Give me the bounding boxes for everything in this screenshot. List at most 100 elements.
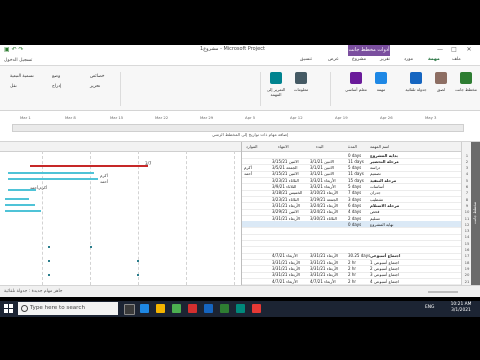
cell-duration[interactable]: 4 days [348, 209, 361, 214]
powerpoint-icon[interactable] [188, 304, 197, 313]
ribbon-button[interactable]: جدولة تلقائية [405, 70, 427, 106]
ribbon-button[interactable]: التمرير إلى المهمة [265, 70, 287, 106]
ribbon-button[interactable]: مخطط جانت [455, 70, 477, 106]
gantt-meeting-marker[interactable] [48, 274, 50, 276]
row-number[interactable]: 6 [463, 184, 471, 189]
cell-finish[interactable]: 3/31/21 الأربعاء [272, 260, 300, 265]
cell-start[interactable]: 3/31/21 الأربعاء [310, 266, 338, 271]
ribbon-small-item[interactable]: تسمية التبعية [10, 74, 34, 79]
cell-duration[interactable]: 30.25 days [348, 253, 370, 258]
cell-name[interactable]: أساسات [370, 184, 384, 189]
cell-start[interactable]: 3/1/21 الاثنين [310, 171, 334, 176]
edge-icon[interactable] [140, 304, 149, 313]
cell-duration[interactable]: 11 days [348, 171, 364, 176]
row-number[interactable]: 21 [463, 279, 471, 284]
gantt-task-bar[interactable] [5, 198, 29, 200]
context-tab-label[interactable]: أدوات مخطط جانت [348, 45, 390, 56]
cell-start[interactable]: 3/10/21 الأربعاء [310, 190, 338, 195]
ribbon-small-item[interactable]: تحرير [90, 84, 100, 89]
cell-duration[interactable]: 2 hr [348, 272, 356, 277]
cell-duration[interactable]: 0 days [348, 222, 361, 227]
ribbon-tab[interactable]: مشروع [352, 57, 366, 62]
cell-start[interactable]: 3/31/21 الأربعاء [310, 260, 338, 265]
ribbon-tab[interactable]: مورد [404, 57, 413, 62]
column-header-start[interactable]: البدء [316, 144, 324, 149]
cell-name[interactable]: اجتماع أسبوعي [370, 253, 400, 258]
cell-start[interactable]: 3/31/21 الأربعاء [310, 253, 338, 258]
cell-name[interactable]: تسليم [370, 216, 380, 221]
gantt-task-bar[interactable] [30, 165, 148, 167]
language-indicator[interactable]: ENG [425, 305, 434, 310]
row-number[interactable]: 9 [463, 203, 471, 208]
cell-name[interactable]: اجتماع أسبوعي 3 [370, 272, 399, 277]
ribbon-tab[interactable]: عرض [328, 57, 339, 62]
row-number[interactable]: 7 [463, 190, 471, 195]
cell-duration[interactable]: 2 hr [348, 260, 356, 265]
file-explorer-icon[interactable] [156, 304, 165, 313]
cell-name[interactable]: اجتماع أسبوعي 4 [370, 279, 399, 284]
gantt-task-bar[interactable] [5, 204, 35, 206]
task-view-icon[interactable] [124, 304, 135, 315]
cell-start[interactable]: 3/3/21 الأربعاء [310, 178, 336, 183]
ribbon-small-item[interactable]: إدراج [52, 84, 61, 89]
cell-finish[interactable]: 3/23/21 الثلاثاء [272, 197, 299, 202]
ribbon-button[interactable]: معلم أساسي [345, 70, 367, 106]
row-number[interactable]: 16 [463, 247, 471, 252]
view-side-tab[interactable]: مخطط جانت [471, 142, 480, 285]
windows-start-icon[interactable] [4, 304, 14, 314]
cell-start[interactable]: 3/30/21 الثلاثاء [310, 216, 337, 221]
gantt-task-bar[interactable] [8, 178, 98, 180]
cell-start[interactable]: 3/24/21 الأربعاء [310, 203, 338, 208]
zoom-slider[interactable] [428, 291, 458, 293]
cell-name[interactable]: اجتماع أسبوعي 1 [370, 260, 399, 265]
store-icon[interactable] [172, 304, 181, 313]
cell-duration[interactable]: 5 days [348, 165, 361, 170]
gantt-meeting-marker[interactable] [48, 246, 50, 248]
cell-res[interactable]: أحمد [244, 171, 252, 176]
row-number[interactable]: 17 [463, 253, 471, 258]
cell-name[interactable]: دراسة [370, 165, 380, 170]
cell-start[interactable]: 3/1/21 الاثنين [310, 159, 334, 164]
cell-finish[interactable]: 3/29/21 الاثنين [272, 209, 299, 214]
ribbon-tab[interactable]: مهمة [428, 57, 440, 62]
column-header-finish[interactable]: الانتهاء [278, 144, 289, 149]
cell-duration[interactable]: 15 days [348, 178, 364, 183]
cell-duration[interactable]: 2 hr [348, 266, 356, 271]
row-number[interactable]: 1 [463, 153, 471, 158]
cell-finish[interactable]: 3/31/21 الأربعاء [272, 203, 300, 208]
minimize-button[interactable]: — [436, 46, 444, 54]
cell-duration[interactable]: 5 days [348, 184, 361, 189]
cell-name[interactable]: مرحلة التنفيذ [370, 178, 396, 183]
project-icon[interactable] [220, 304, 229, 313]
gantt-chart-area[interactable]: 3/7 أكرم أحمد أكرم,أحمد [0, 142, 241, 285]
row-number[interactable]: 11 [463, 216, 471, 221]
row-number[interactable]: 18 [463, 260, 471, 265]
row-number[interactable]: 14 [463, 234, 471, 239]
excel-icon[interactable] [236, 304, 245, 313]
cell-name[interactable]: مرحلة التحضير [370, 159, 399, 164]
row-number[interactable]: 3 [463, 165, 471, 170]
cell-name[interactable]: تشطيب [370, 197, 383, 202]
cell-duration[interactable]: 0 days [348, 153, 361, 158]
cell-duration[interactable]: 11 days [348, 159, 364, 164]
system-clock[interactable]: 10:21 AM 3/1/2021 [444, 302, 478, 314]
row-number[interactable]: 2 [463, 159, 471, 164]
column-header-resources[interactable]: الموارد [246, 144, 258, 149]
row-number[interactable]: 4 [463, 171, 471, 176]
cell-start[interactable]: 3/24/21 الأربعاء [310, 209, 338, 214]
ribbon-small-item[interactable]: نقل [10, 84, 17, 89]
ribbon-button[interactable]: لصق [430, 70, 452, 106]
cell-name[interactable]: مرحلة الاستلام [370, 203, 399, 208]
cell-finish[interactable]: 3/15/21 الاثنين [272, 171, 299, 176]
ribbon-tab[interactable]: ملف [452, 57, 461, 62]
row-number[interactable]: 8 [463, 197, 471, 202]
row-number[interactable]: 15 [463, 241, 471, 246]
save-icon[interactable]: ▣ ↶ ↷ [4, 46, 24, 53]
cell-start[interactable]: 3/31/21 الأربعاء [310, 272, 338, 277]
ribbon-button[interactable]: معلومات [290, 70, 312, 106]
cell-finish[interactable]: 4/7/21 الأربعاء [272, 253, 298, 258]
column-header-duration[interactable]: المدة [348, 144, 357, 149]
maximize-button[interactable]: □ [450, 46, 458, 54]
word-icon[interactable] [204, 304, 213, 313]
cell-res[interactable]: أكرم [244, 165, 252, 170]
